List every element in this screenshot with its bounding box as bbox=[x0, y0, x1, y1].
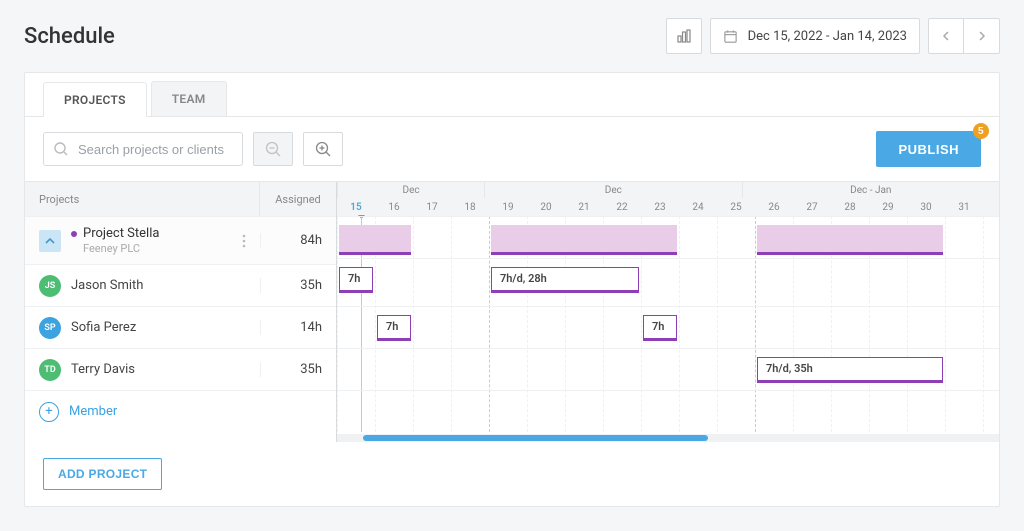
day-label: 29 bbox=[869, 198, 907, 216]
timeline-row[interactable]: 7h 7h/d, 28h bbox=[337, 258, 999, 306]
day-label: 15 bbox=[337, 198, 375, 216]
stats-button[interactable] bbox=[666, 18, 702, 54]
timeline-row[interactable]: 7h 7h bbox=[337, 306, 999, 348]
avatar: SP bbox=[39, 317, 61, 339]
day-label: 31 bbox=[945, 198, 983, 216]
project-more-button[interactable] bbox=[238, 230, 250, 252]
date-range-picker[interactable]: Dec 15, 2022 - Jan 14, 2023 bbox=[710, 18, 920, 54]
member-name: Sofia Perez bbox=[71, 320, 136, 335]
day-label: 20 bbox=[527, 198, 565, 216]
task-bar[interactable]: 7h bbox=[643, 315, 677, 341]
month-label: Dec bbox=[337, 182, 484, 198]
prev-period-button[interactable] bbox=[928, 18, 964, 54]
search-icon bbox=[53, 141, 69, 157]
project-bar[interactable] bbox=[339, 225, 411, 255]
day-label: 22 bbox=[603, 198, 641, 216]
column-header-projects: Projects bbox=[25, 182, 260, 216]
publish-button[interactable]: PUBLISH 5 bbox=[876, 131, 981, 167]
member-hours: 14h bbox=[260, 320, 336, 335]
member-hours: 35h bbox=[260, 278, 336, 293]
chevron-left-icon bbox=[941, 30, 951, 42]
zoom-out-icon bbox=[265, 141, 282, 158]
tab-projects[interactable]: PROJECTS bbox=[43, 82, 147, 117]
zoom-in-button[interactable] bbox=[303, 132, 343, 166]
bar-chart-icon bbox=[676, 28, 692, 44]
task-bar[interactable]: 7h bbox=[339, 267, 373, 293]
member-name: Jason Smith bbox=[71, 278, 143, 293]
day-label: 25 bbox=[717, 198, 755, 216]
chevron-up-icon bbox=[45, 237, 55, 245]
month-label: Dec bbox=[484, 182, 741, 198]
day-label: 17 bbox=[413, 198, 451, 216]
project-hours: 84h bbox=[260, 233, 336, 248]
date-range-label: Dec 15, 2022 - Jan 14, 2023 bbox=[748, 29, 907, 44]
project-bar[interactable] bbox=[757, 225, 943, 255]
project-bar[interactable] bbox=[491, 225, 677, 255]
task-bar[interactable]: 7h/d, 35h bbox=[757, 357, 943, 383]
day-label: 26 bbox=[755, 198, 793, 216]
next-period-button[interactable] bbox=[964, 18, 1000, 54]
day-label: 16 bbox=[375, 198, 413, 216]
horizontal-scrollbar[interactable] bbox=[337, 434, 999, 442]
publish-badge: 5 bbox=[973, 123, 989, 139]
day-label: 28 bbox=[831, 198, 869, 216]
task-bar[interactable]: 7h bbox=[377, 315, 411, 341]
chevron-right-icon bbox=[977, 30, 987, 42]
more-vertical-icon bbox=[242, 234, 246, 248]
member-hours: 35h bbox=[260, 362, 336, 377]
add-member-button[interactable]: + Member bbox=[25, 396, 260, 428]
day-label: 30 bbox=[907, 198, 945, 216]
plus-circle-icon: + bbox=[39, 402, 59, 422]
project-timeline-row[interactable] bbox=[337, 216, 999, 258]
collapse-project-button[interactable] bbox=[39, 230, 61, 252]
day-label: 23 bbox=[641, 198, 679, 216]
avatar: JS bbox=[39, 275, 61, 297]
timeline-row[interactable]: 7h/d, 35h bbox=[337, 348, 999, 390]
day-label: 24 bbox=[679, 198, 717, 216]
column-header-assigned: Assigned bbox=[260, 182, 336, 216]
zoom-out-button[interactable] bbox=[253, 132, 293, 166]
project-client: Feeney PLC bbox=[71, 242, 159, 255]
member-name: Terry Davis bbox=[71, 362, 135, 377]
add-project-button[interactable]: ADD PROJECT bbox=[43, 458, 162, 490]
day-label: 27 bbox=[793, 198, 831, 216]
avatar: TD bbox=[39, 359, 61, 381]
timeline-row-empty[interactable] bbox=[337, 390, 999, 432]
project-name: Project Stella bbox=[71, 226, 159, 241]
day-label: 21 bbox=[565, 198, 603, 216]
scrollbar-thumb[interactable] bbox=[363, 435, 707, 441]
page-title: Schedule bbox=[24, 24, 115, 49]
day-label: 0 bbox=[983, 198, 999, 216]
search-input[interactable] bbox=[43, 132, 243, 166]
day-label: 19 bbox=[489, 198, 527, 216]
tab-team[interactable]: TEAM bbox=[151, 81, 227, 116]
calendar-icon bbox=[723, 29, 738, 44]
month-label: Dec - Jan bbox=[742, 182, 999, 198]
zoom-in-icon bbox=[315, 141, 332, 158]
day-label: 18 bbox=[451, 198, 489, 216]
task-bar[interactable]: 7h/d, 28h bbox=[491, 267, 639, 293]
